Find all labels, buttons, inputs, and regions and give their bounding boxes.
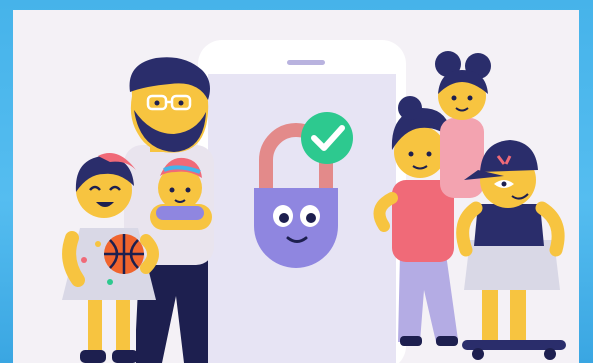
boy-with-cap-figure [456, 140, 566, 360]
phone-speaker [287, 60, 325, 65]
illustration-frame [0, 0, 593, 363]
basketball-icon [104, 234, 144, 274]
family-phone-safety-illustration [62, 40, 566, 363]
skateboard-icon [462, 340, 566, 360]
check-icon [301, 112, 353, 164]
